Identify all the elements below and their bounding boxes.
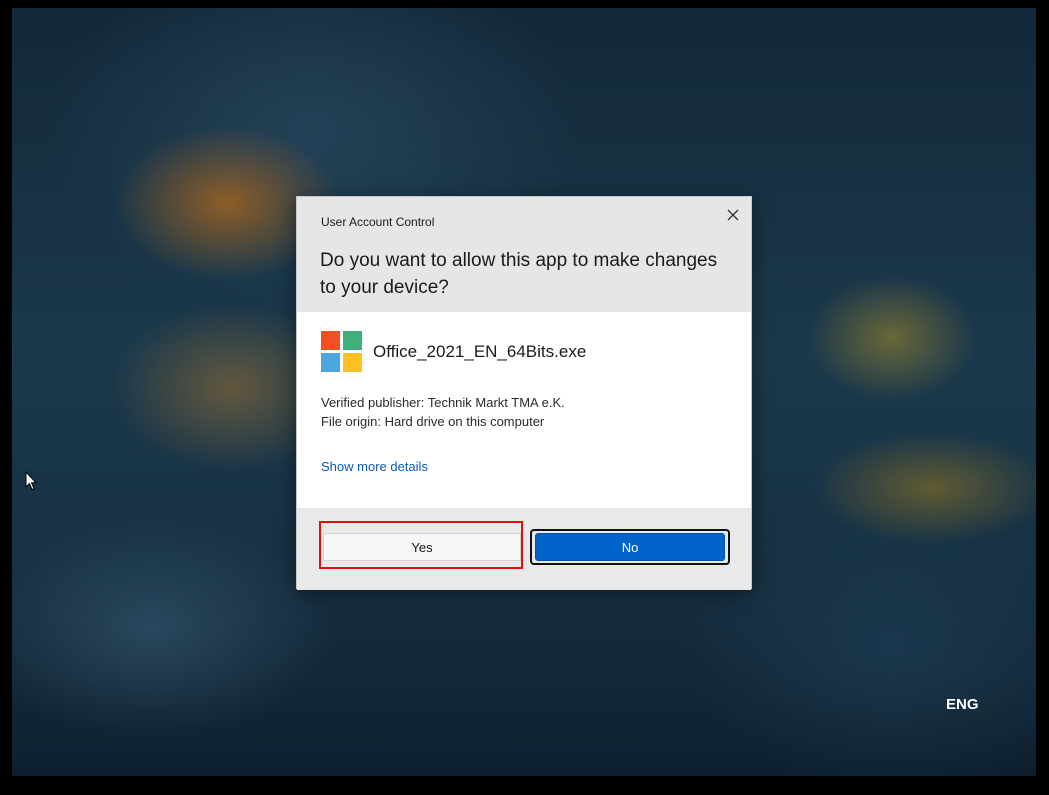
close-button[interactable] — [719, 201, 747, 229]
uac-dialog: User Account Control Do you want to allo… — [296, 196, 752, 590]
yes-button[interactable]: Yes — [323, 533, 521, 561]
microsoft-logo-icon — [321, 331, 362, 372]
verified-publisher: Verified publisher: Technik Markt TMA e.… — [321, 395, 565, 410]
logo-square-red — [321, 331, 340, 350]
app-name: Office_2021_EN_64Bits.exe — [373, 341, 587, 361]
close-icon — [727, 209, 739, 221]
dialog-title: User Account Control — [321, 215, 435, 229]
logo-square-blue — [321, 353, 340, 372]
show-more-details-link[interactable]: Show more details — [321, 459, 428, 474]
dialog-footer: Yes No — [297, 508, 751, 590]
logo-square-yellow — [343, 353, 362, 372]
logo-square-green — [343, 331, 362, 350]
dialog-header: User Account Control Do you want to allo… — [297, 197, 751, 312]
no-button[interactable]: No — [535, 533, 725, 561]
file-origin: File origin: Hard drive on this computer — [321, 414, 545, 429]
language-indicator[interactable]: ENG — [946, 696, 979, 713]
mouse-cursor-icon — [25, 471, 37, 491]
app-info-row: Office_2021_EN_64Bits.exe — [321, 331, 586, 372]
dialog-question: Do you want to allow this app to make ch… — [320, 250, 718, 298]
publisher-info: Verified publisher: Technik Markt TMA e.… — [321, 393, 565, 431]
